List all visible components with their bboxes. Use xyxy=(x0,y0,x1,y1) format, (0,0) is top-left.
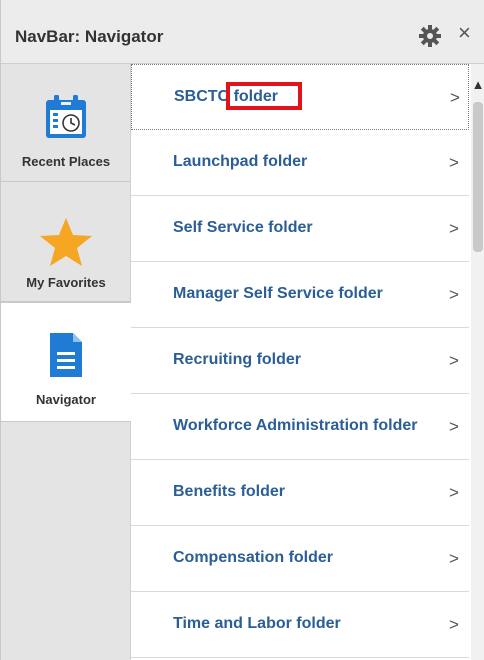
list-item-sbctc-folder[interactable]: SBCTC folder > xyxy=(131,64,469,130)
list-item-label: Recruiting folder xyxy=(173,351,302,368)
chevron-right-icon: > xyxy=(449,219,459,238)
list-item[interactable]: Time and Labor folder > xyxy=(131,592,469,658)
list-item[interactable]: Launchpad folder > xyxy=(131,130,469,196)
chevron-right-icon: > xyxy=(449,615,459,634)
chevron-right-icon: > xyxy=(449,153,459,172)
list-item-label: Workforce Administration folder xyxy=(173,417,418,434)
gear-icon[interactable] xyxy=(419,25,441,47)
rail-item-label: Recent Places xyxy=(21,154,111,169)
rail-item-navigator[interactable]: Navigator xyxy=(1,302,131,422)
list-item-label: Manager Self Service folder xyxy=(173,285,383,302)
chevron-right-icon: > xyxy=(449,351,459,370)
navbar-rail: Recent Places My Favorites Navigator xyxy=(1,64,131,660)
scrollbar-thumb[interactable] xyxy=(473,102,483,252)
list-item[interactable]: Recruiting folder > xyxy=(131,328,469,394)
rail-item-label: My Favorites xyxy=(26,275,106,290)
close-icon[interactable]: × xyxy=(458,22,471,44)
chevron-right-icon: > xyxy=(449,417,459,436)
list-item-label: Compensation folder xyxy=(173,549,334,566)
star-icon xyxy=(38,216,94,268)
chevron-right-icon: > xyxy=(450,88,460,107)
chevron-right-icon: > xyxy=(449,285,459,304)
list-item-label: Self Service folder xyxy=(173,219,313,236)
list-item[interactable]: Benefits folder > xyxy=(131,460,469,526)
list-item-label: Benefits folder xyxy=(173,483,286,500)
rail-item-my-favorites[interactable]: My Favorites xyxy=(1,182,131,302)
folder-list: SBCTC folder > Launchpad folder > Self S… xyxy=(131,64,471,660)
list-item-label: Time and Labor folder xyxy=(173,615,341,632)
list-item[interactable]: Workforce Administration folder > xyxy=(131,394,469,460)
scrollbar[interactable]: ▲ xyxy=(471,64,484,660)
list-item[interactable]: Compensation folder > xyxy=(131,526,469,592)
rail-item-label: Navigator xyxy=(36,392,96,407)
page-title: NavBar: Navigator xyxy=(15,27,164,46)
list-item-label: Launchpad folder xyxy=(173,153,308,170)
chevron-right-icon: > xyxy=(449,483,459,502)
scroll-up-icon[interactable]: ▲ xyxy=(471,78,484,92)
navigator-panel: NavBar: Navigator × Recent Places My Fav… xyxy=(0,0,484,660)
rail-item-recent-places[interactable]: Recent Places xyxy=(1,64,131,182)
calendar-clock-icon xyxy=(44,94,88,140)
chevron-right-icon: > xyxy=(449,549,459,568)
document-icon xyxy=(48,331,84,379)
list-item[interactable]: Self Service folder > xyxy=(131,196,469,262)
highlight-box xyxy=(226,82,302,110)
list-item[interactable]: Manager Self Service folder > xyxy=(131,262,469,328)
panel-header: NavBar: Navigator × xyxy=(1,0,484,64)
